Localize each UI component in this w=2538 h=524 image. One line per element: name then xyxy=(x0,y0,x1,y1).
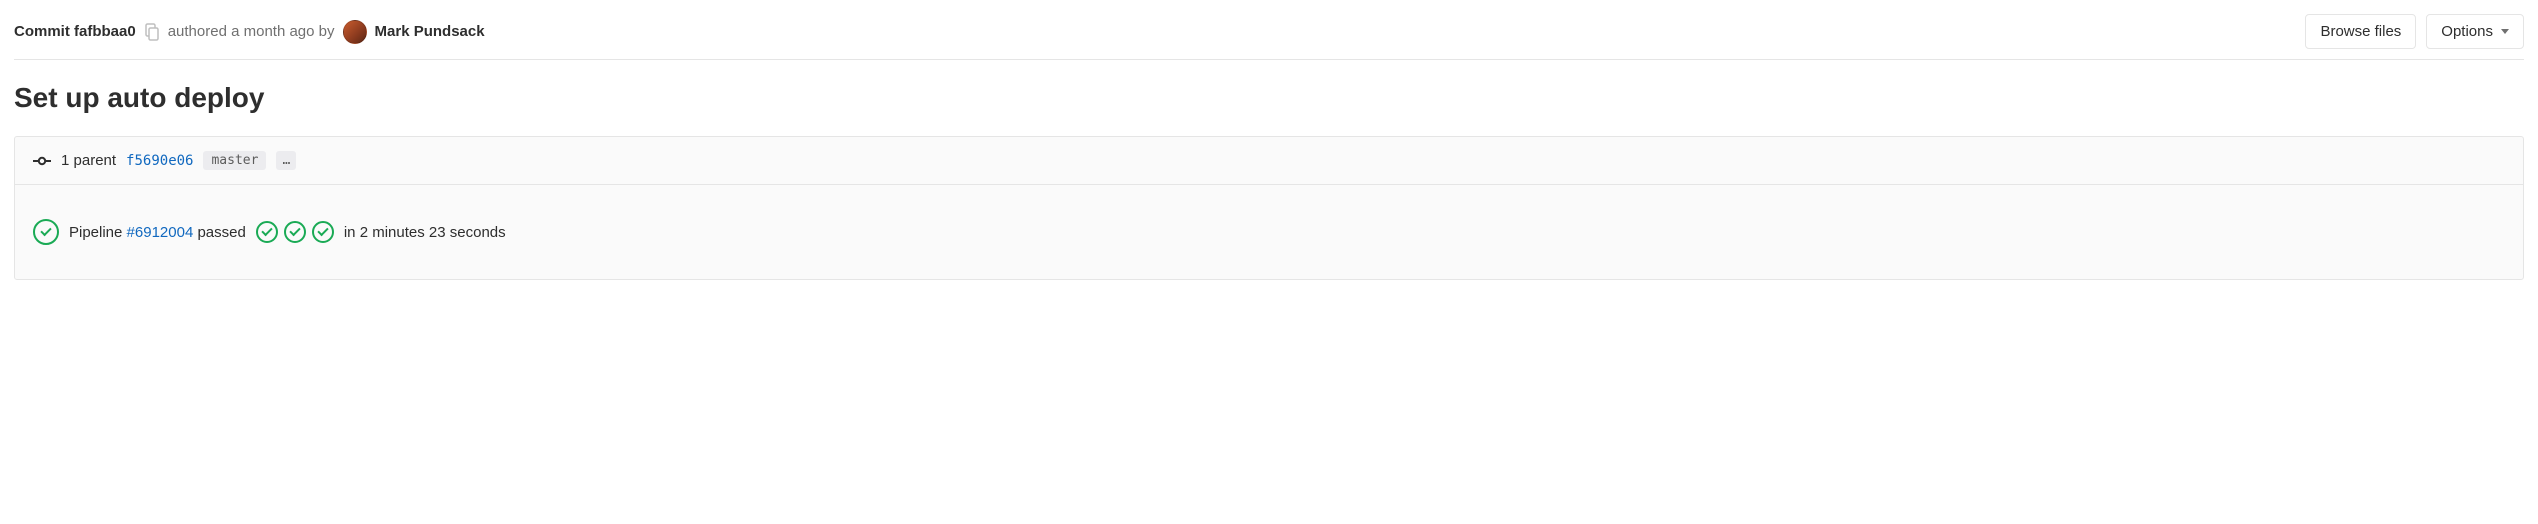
divider xyxy=(14,59,2524,60)
more-refs-button[interactable]: … xyxy=(276,151,296,170)
authored-time: a month ago xyxy=(231,23,314,40)
check-icon xyxy=(289,225,300,236)
commit-header-right: Browse files Options xyxy=(2305,14,2524,49)
author-name[interactable]: Mark Pundsack xyxy=(375,23,485,40)
pipeline-stage-icon[interactable] xyxy=(256,221,278,243)
check-icon xyxy=(40,225,51,236)
pipeline-status-text: passed xyxy=(197,224,245,241)
copy-sha-icon[interactable] xyxy=(144,23,160,41)
options-label: Options xyxy=(2441,23,2493,40)
commit-header: Commit fafbbaa0 authored a month ago by … xyxy=(14,14,2524,49)
pipeline-status-icon[interactable] xyxy=(33,219,59,245)
chevron-down-icon xyxy=(2501,29,2509,34)
pipeline-stage-icon[interactable] xyxy=(312,221,334,243)
commit-panel: 1 parent f5690e06 master … Pipeline #691… xyxy=(14,136,2524,280)
duration-value: 2 minutes 23 seconds xyxy=(360,224,506,241)
authored-prefix: authored xyxy=(168,23,227,40)
pipeline-label: Pipeline xyxy=(69,224,122,241)
commit-header-left: Commit fafbbaa0 authored a month ago by … xyxy=(14,20,485,44)
commit-id-label: Commit fafbbaa0 xyxy=(14,23,136,40)
pipeline-duration: in 2 minutes 23 seconds xyxy=(344,224,506,241)
parents-section: 1 parent f5690e06 master … xyxy=(15,137,2523,184)
commit-prefix: Commit xyxy=(14,23,70,40)
authored-by: by xyxy=(319,23,335,40)
pipeline-section: Pipeline #6912004 passed in 2 minutes 23… xyxy=(15,184,2523,279)
parent-count: 1 parent xyxy=(61,152,116,169)
commit-title: Set up auto deploy xyxy=(14,82,2524,114)
pipeline-stage-icon[interactable] xyxy=(284,221,306,243)
branch-tag[interactable]: master xyxy=(203,151,266,170)
pipeline-id-link[interactable]: #6912004 xyxy=(127,224,194,241)
avatar[interactable] xyxy=(343,20,367,44)
duration-prefix: in xyxy=(344,224,356,241)
browse-files-label: Browse files xyxy=(2320,23,2401,40)
check-icon xyxy=(317,225,328,236)
pipeline-stages xyxy=(256,221,334,243)
commit-sha: fafbbaa0 xyxy=(74,23,136,40)
authored-text: authored a month ago by xyxy=(168,23,335,40)
check-icon xyxy=(261,225,272,236)
browse-files-button[interactable]: Browse files xyxy=(2305,14,2416,49)
options-button[interactable]: Options xyxy=(2426,14,2524,49)
commit-graph-icon xyxy=(33,155,51,167)
parent-sha-link[interactable]: f5690e06 xyxy=(126,153,193,169)
pipeline-text: Pipeline #6912004 passed xyxy=(69,224,246,241)
